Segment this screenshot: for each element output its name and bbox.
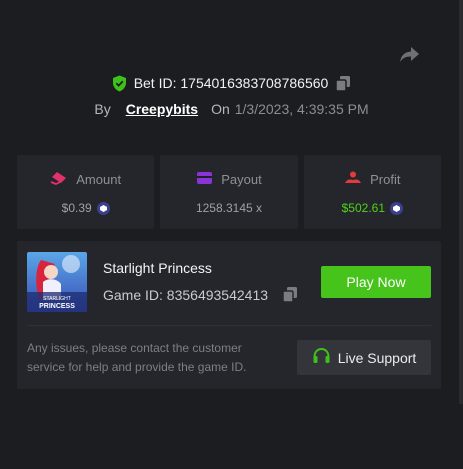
- bet-date: 1/3/2023, 4:39:35 PM: [234, 101, 369, 117]
- scrollbar[interactable]: [459, 0, 463, 404]
- live-support-label: Live Support: [337, 349, 417, 366]
- bet-meta-row: By Creepybits On 1/3/2023, 4:39:35 PM: [0, 98, 463, 120]
- game-id-row: Game ID: 8356493542413: [103, 286, 298, 303]
- bet-stats: Amount $0.39 Payout 1258.3145 x Profit $…: [17, 155, 441, 229]
- bet-details-modal: Bet ID: 1754016383708786560 By Creepybit…: [0, 0, 463, 469]
- on-label: On: [211, 101, 230, 117]
- copy-bet-id-icon[interactable]: [335, 75, 351, 92]
- payout-label: Payout: [221, 172, 262, 187]
- play-now-button[interactable]: Play Now: [321, 266, 431, 298]
- bet-id-row: Bet ID: 1754016383708786560: [0, 72, 463, 94]
- bet-amount-icon: [50, 171, 68, 188]
- game-card: STARLIGHT PRINCESS Starlight Princess Ga…: [17, 241, 441, 389]
- live-support-button[interactable]: Live Support: [297, 340, 431, 375]
- bet-id: Bet ID: 1754016383708786560: [133, 75, 329, 91]
- stat-amount: Amount $0.39: [17, 155, 155, 229]
- game-id: Game ID: 8356493542413: [103, 286, 269, 303]
- by-label: By: [94, 101, 111, 117]
- profit-label: Profit: [370, 172, 401, 187]
- share-icon[interactable]: [398, 44, 420, 64]
- username-link[interactable]: Creepybits: [126, 101, 198, 117]
- amount-label: Amount: [76, 172, 122, 187]
- thumb-title-line2: PRINCESS: [39, 303, 75, 310]
- profit-value: $502.61: [341, 201, 386, 215]
- payout-value: 1258.3145 x: [195, 201, 263, 215]
- wallet-icon: [196, 171, 213, 188]
- copy-game-id-icon[interactable]: [282, 286, 298, 303]
- stat-payout: Payout 1258.3145 x: [160, 155, 298, 229]
- headset-icon: [312, 347, 331, 368]
- thumb-title-line1: STARLIGHT: [43, 296, 71, 302]
- profit-icon: [344, 171, 362, 188]
- currency-coin-icon: [390, 201, 404, 215]
- game-name: Starlight Princess: [103, 260, 212, 276]
- currency-coin-icon: [96, 201, 110, 215]
- stat-profit: Profit $502.61: [303, 155, 441, 229]
- amount-value: $0.39: [61, 201, 92, 215]
- help-text: Any issues, please contact the customer …: [27, 341, 247, 374]
- game-thumbnail[interactable]: STARLIGHT PRINCESS: [27, 252, 87, 312]
- divider: [27, 325, 431, 326]
- verified-shield-icon: [112, 75, 127, 92]
